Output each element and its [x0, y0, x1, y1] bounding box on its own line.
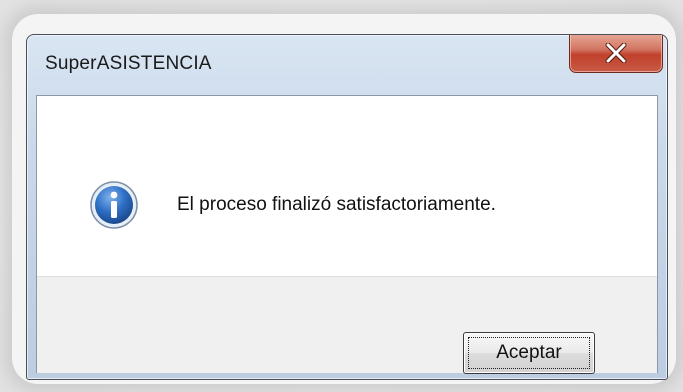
close-button[interactable] — [569, 35, 663, 73]
title-bar[interactable]: SuperASISTENCIA — [27, 35, 667, 97]
dialog-message: El proceso finalizó satisfactoriamente. — [177, 194, 496, 215]
window-title: SuperASISTENCIA — [45, 53, 212, 74]
info-icon — [89, 180, 139, 230]
accept-button-label: Aceptar — [496, 342, 562, 363]
message-dialog: SuperASISTENCIA El proceso finalizó sati… — [26, 34, 668, 380]
dialog-body: El proceso finalizó satisfactoriamente. … — [36, 95, 658, 374]
close-icon — [570, 40, 662, 66]
accept-button[interactable]: Aceptar — [463, 332, 595, 374]
